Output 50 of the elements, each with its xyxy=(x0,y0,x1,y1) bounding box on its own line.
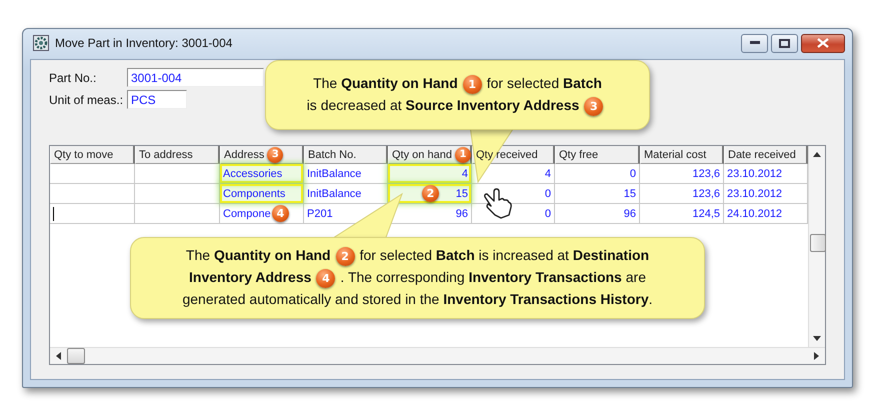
window-title: Move Part in Inventory: 3001-004 xyxy=(55,36,232,50)
callout-text: for selected Batch is increased at Destination xyxy=(360,247,650,264)
table-cell: 15 xyxy=(555,184,640,204)
number-badge: 1 xyxy=(462,75,482,94)
number-badge: 3 xyxy=(267,146,284,162)
table-cell: 0 xyxy=(555,164,640,184)
up-arrow-icon xyxy=(813,152,821,157)
hand-cursor-icon xyxy=(484,188,512,220)
field-label: Unit of meas.: xyxy=(49,92,124,106)
table-cell: 123,6 xyxy=(640,164,724,184)
callout-text: The Quantity on Hand xyxy=(186,247,331,264)
field-label: Part No.: xyxy=(49,70,98,84)
close-button[interactable] xyxy=(801,34,845,52)
scroll-thumb[interactable] xyxy=(810,234,826,252)
callout-text: for selected Batch xyxy=(486,75,602,92)
callout-text: is decreased at Source Inventory Address xyxy=(306,97,580,113)
horizontal-scrollbar[interactable] xyxy=(50,347,825,364)
table-cell: Accessories xyxy=(220,164,304,184)
table-cell: InitBalance xyxy=(304,184,388,204)
callout-text: generated automatically and stored in the Inventory Transactions History. xyxy=(182,290,653,307)
scroll-thumb[interactable] xyxy=(67,348,85,364)
number-badge: 2 xyxy=(336,247,355,266)
gear-icon xyxy=(33,35,49,51)
left-arrow-icon xyxy=(56,352,61,360)
table-cell: Components xyxy=(220,184,304,204)
column-header[interactable]: Address xyxy=(224,148,264,160)
vertical-scrollbar[interactable] xyxy=(808,146,825,347)
number-badge: 1 xyxy=(454,146,471,162)
table-cell: 96 xyxy=(555,204,640,224)
right-arrow-icon xyxy=(814,352,819,360)
maximize-button[interactable] xyxy=(771,34,798,52)
callout-text: The Quantity on Hand xyxy=(313,75,458,92)
table-cell: 4 xyxy=(388,164,472,184)
number-badge: 4 xyxy=(272,205,289,222)
input-field[interactable]: 3001-004 xyxy=(127,68,264,87)
minimize-button[interactable] xyxy=(741,34,768,52)
number-badge: 4 xyxy=(316,268,336,288)
down-arrow-icon xyxy=(813,336,821,341)
maximize-icon xyxy=(779,38,790,48)
input-field[interactable]: PCS xyxy=(127,90,187,109)
table-cell: 124,5 xyxy=(640,204,724,224)
minimize-icon xyxy=(750,41,760,45)
table-cell: InitBalance xyxy=(304,164,388,184)
callout-text: . The corresponding Inventory Transactions are xyxy=(340,269,646,286)
number-badge: 3 xyxy=(584,96,604,116)
callout-text: Inventory Address xyxy=(189,269,312,286)
close-icon xyxy=(817,38,829,48)
number-badge: 2 xyxy=(422,185,439,202)
table-cell: 123,6 xyxy=(640,184,724,204)
column-header[interactable]: Qty on hand xyxy=(392,148,452,160)
